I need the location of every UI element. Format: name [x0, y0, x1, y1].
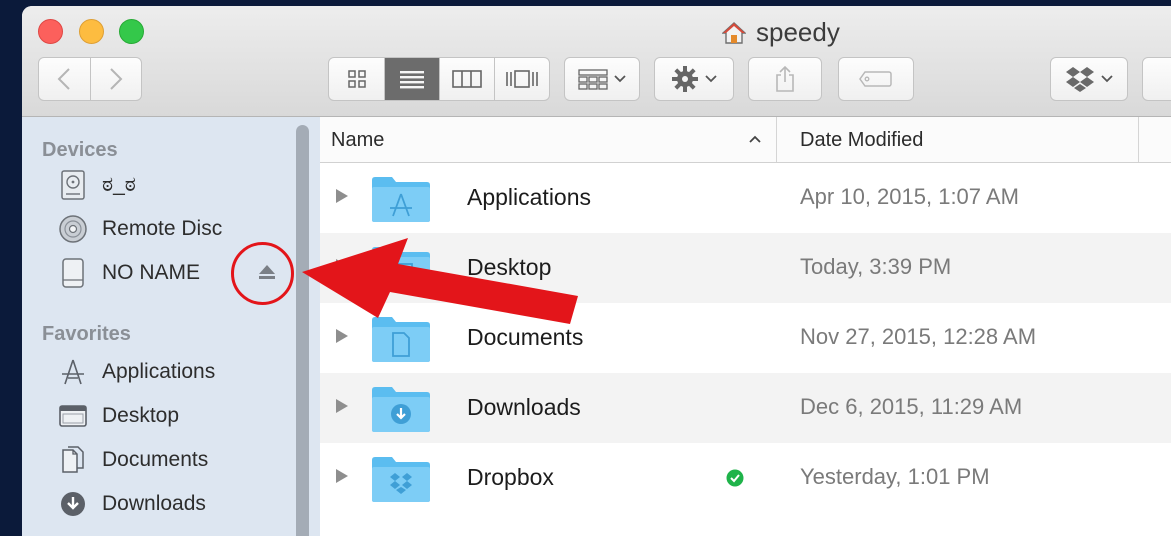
back-forward-group: [38, 57, 142, 101]
file-list: Name Date Modified Applications Apr 10, …: [320, 117, 1171, 536]
file-date: Nov 27, 2015, 12:28 AM: [800, 324, 1037, 349]
finder-window: speedy Devices ಠ_ಠ Remote Disc NO NAME F…: [22, 6, 1171, 536]
applications-icon: [56, 355, 90, 389]
dropbox-icon: [1066, 67, 1094, 92]
desktop-folder-icon: [372, 247, 430, 292]
column-header-name[interactable]: Name: [331, 129, 384, 152]
dropbox-folder-icon: [372, 457, 430, 502]
file-name: Dropbox: [467, 464, 554, 490]
list-view-icon: [400, 71, 424, 89]
disclosure-triangle-icon[interactable]: [336, 329, 348, 343]
title-bar: speedy: [22, 6, 1171, 117]
file-date: Today, 3:39 PM: [800, 254, 952, 279]
column-header-date-modified[interactable]: Date Modified: [800, 129, 923, 152]
sidebar-item-label: Remote Disc: [102, 217, 223, 240]
sidebar: Devices ಠ_ಠ Remote Disc NO NAME Favorite…: [22, 117, 320, 536]
sidebar-item-label: NO NAME: [102, 261, 201, 284]
disc-icon: [56, 212, 90, 246]
annotation-circle: [231, 242, 294, 305]
sidebar-item-label: Documents: [102, 448, 209, 471]
gear-icon: [672, 66, 698, 92]
sidebar-item-desktop[interactable]: Desktop: [56, 398, 179, 434]
share-button[interactable]: [748, 57, 822, 101]
sidebar-item-downloads[interactable]: Downloads: [56, 486, 206, 522]
tag-button[interactable]: [838, 57, 914, 101]
toolbar-overflow-button[interactable]: [1142, 57, 1171, 101]
sort-ascending-icon[interactable]: [748, 134, 762, 144]
icon-view-button[interactable]: [329, 58, 384, 100]
minimize-button[interactable]: [79, 19, 104, 44]
downloads-folder-icon: [372, 387, 430, 432]
documents-folder-icon: [372, 317, 430, 362]
file-date: Apr 10, 2015, 1:07 AM: [800, 184, 1019, 209]
back-button[interactable]: [39, 58, 90, 100]
disclosure-triangle-icon[interactable]: [336, 399, 348, 413]
sidebar-scrollbar[interactable]: [296, 125, 309, 536]
file-name: Downloads: [467, 394, 581, 420]
chevron-down-icon: [1101, 75, 1113, 83]
file-name: Applications: [467, 184, 592, 210]
applications-folder-icon: [372, 177, 430, 222]
sidebar-item-ಠ_ಠ[interactable]: ಠ_ಠ: [56, 167, 136, 203]
window-title: speedy: [722, 17, 840, 48]
dropbox-button[interactable]: [1050, 57, 1128, 101]
chevron-left-icon: [57, 68, 70, 90]
chevron-right-icon: [110, 68, 123, 90]
cover-flow-icon: [506, 70, 538, 88]
column-divider[interactable]: [776, 117, 777, 162]
share-icon: [776, 65, 794, 92]
column-header: Name Date Modified: [320, 117, 1171, 163]
list-view-button[interactable]: [384, 58, 439, 100]
cover-flow-button[interactable]: [494, 58, 549, 100]
sidebar-item-applications[interactable]: Applications: [56, 354, 215, 390]
disclosure-triangle-icon[interactable]: [336, 259, 348, 273]
file-date: Dec 6, 2015, 11:29 AM: [800, 394, 1023, 419]
table-row[interactable]: Documents Nov 27, 2015, 12:28 AM: [320, 303, 1171, 373]
sidebar-item-label: ಠ_ಠ: [102, 173, 136, 196]
sidebar-item-label: Desktop: [102, 404, 180, 427]
close-button[interactable]: [38, 19, 63, 44]
file-name: Desktop: [467, 254, 552, 280]
table-row[interactable]: Desktop Today, 3:39 PM: [320, 233, 1171, 303]
disclosure-triangle-icon[interactable]: [336, 189, 348, 203]
tag-icon: [859, 71, 892, 87]
table-row[interactable]: Dropbox Yesterday, 1:01 PM: [320, 443, 1171, 513]
view-mode-group: [328, 57, 550, 101]
file-date: Yesterday, 1:01 PM: [800, 464, 990, 489]
chevron-down-icon: [705, 75, 717, 83]
disclosure-triangle-icon[interactable]: [336, 469, 348, 483]
devices-heading: Devices: [42, 139, 118, 161]
arrange-button[interactable]: [564, 57, 640, 101]
favorites-heading: Favorites: [42, 323, 131, 345]
documents-icon: [56, 443, 90, 477]
sidebar-item-label: Downloads: [102, 492, 206, 515]
sidebar-item-no-name[interactable]: NO NAME: [56, 255, 200, 291]
forward-button[interactable]: [89, 58, 142, 100]
home-icon: [722, 21, 746, 44]
grid-arrange-icon: [578, 69, 608, 90]
zoom-button[interactable]: [119, 19, 144, 44]
hard-drive-icon: [56, 168, 90, 202]
sync-check-icon: [726, 469, 744, 487]
column-view-button[interactable]: [439, 58, 494, 100]
file-name: Documents: [467, 324, 584, 350]
sidebar-item-documents[interactable]: Documents: [56, 442, 208, 478]
table-row[interactable]: Downloads Dec 6, 2015, 11:29 AM: [320, 373, 1171, 443]
sidebar-item-remote-disc[interactable]: Remote Disc: [56, 211, 222, 247]
icon-view-icon: [347, 70, 366, 88]
table-row[interactable]: Applications Apr 10, 2015, 1:07 AM: [320, 163, 1171, 233]
downloads-icon: [56, 487, 90, 521]
desktop-icon: [56, 399, 90, 433]
window-title-text: speedy: [756, 17, 840, 47]
sidebar-item-label: Applications: [102, 360, 216, 383]
column-divider[interactable]: [1138, 117, 1139, 162]
external-drive-icon: [56, 256, 90, 290]
chevron-down-icon: [614, 75, 626, 83]
action-button[interactable]: [654, 57, 734, 101]
column-view-icon: [452, 70, 482, 88]
